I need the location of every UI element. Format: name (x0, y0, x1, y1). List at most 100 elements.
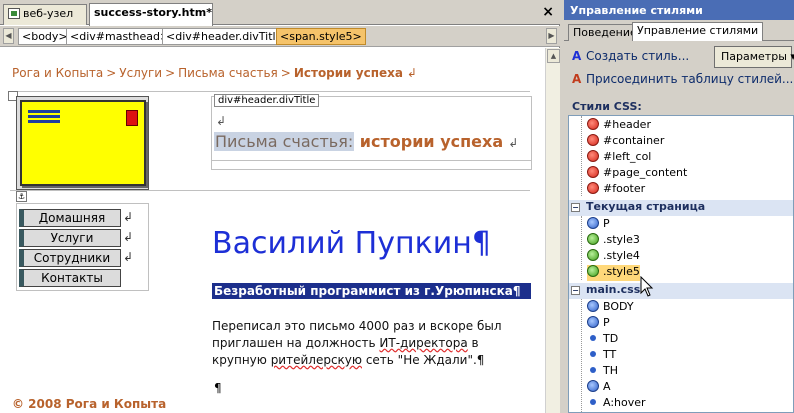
element-selector-icon (587, 217, 599, 229)
group-current-page[interactable]: − Текущая страница (569, 200, 793, 216)
tab-behaviors[interactable]: Поведение (568, 24, 642, 41)
tree-guide (581, 299, 582, 412)
tag-crumb-span-selected[interactable]: <span.style5> (276, 28, 366, 45)
style-item-label: TD (603, 332, 619, 345)
style-item-id[interactable]: #container (587, 134, 664, 150)
group-main-css[interactable]: − main.css (569, 283, 793, 299)
style-item-element[interactable]: A (587, 380, 611, 396)
page-heading[interactable]: Василий Пупкин¶ (212, 226, 491, 261)
element-selector-icon (587, 300, 599, 312)
vertical-scrollbar[interactable]: ▲ (545, 48, 560, 413)
class-selector-icon (587, 249, 599, 261)
nav-menu: Домашняя ↲ Услуги ↲ Сотрудники ↲ Контакт… (16, 203, 149, 291)
style-item-label: P (603, 316, 610, 329)
style-item-id[interactable]: #page_content (587, 166, 687, 182)
breadcrumb-link[interactable]: Письма счастья (178, 66, 278, 80)
menu-item-home[interactable]: Домашняя (19, 209, 121, 227)
group-label: Текущая страница (586, 200, 706, 213)
breadcrumb-separator: > (280, 66, 291, 80)
menu-item-services[interactable]: Услуги (19, 229, 121, 247)
style-item-unused[interactable]: TH (587, 364, 618, 380)
tab-website-label: веб-узел (23, 7, 74, 20)
website-icon (8, 8, 20, 19)
tag-crumb-body[interactable]: <body> (18, 28, 72, 45)
body-text-part: сеть "Не Ждали".¶ (362, 353, 485, 367)
style-item-label: #left_col (603, 150, 652, 163)
attach-stylesheet-link[interactable]: A Присоединить таблицу стилей... (572, 72, 793, 86)
style-item-id[interactable]: #footer (587, 182, 645, 198)
style-item-label: TT (603, 348, 617, 361)
manage-styles-panel: Управление стилями Поведение Управление … (564, 0, 794, 413)
header-div[interactable]: div#header.divTitle ↲ Письма счастья: ис… (211, 94, 532, 170)
id-selector-icon (587, 182, 599, 194)
style-item-unused[interactable]: TD (587, 332, 618, 348)
id-selector-icon (587, 166, 599, 178)
envelope-logo-icon (20, 100, 146, 186)
style-item-label: BODY (603, 300, 634, 313)
tab-success-story[interactable]: success-story.htm* (89, 3, 213, 26)
stamp-icon (126, 110, 138, 126)
document-tabs: веб-узел success-story.htm* × (0, 0, 560, 26)
line-break-mark: ↲ (123, 230, 134, 244)
style-item-element[interactable]: BODY (587, 300, 634, 316)
page-footer: © 2008 Рога и Копыта (12, 397, 167, 411)
style-item-unused[interactable]: TT (587, 348, 616, 364)
paragraph-mark: ↲ (216, 114, 227, 128)
css-styles-tree[interactable]: #header #container #left_col #page_conte… (568, 115, 794, 413)
style-item-label: TH (603, 364, 618, 377)
line-break-mark: ↲ (508, 136, 519, 150)
header-title-selected: Письма счастья: (214, 132, 355, 151)
class-selector-icon (587, 265, 599, 277)
unused-style-icon (590, 335, 596, 341)
anchor-icon[interactable]: ⚓ (16, 191, 27, 202)
tag-selector-bar: ◀ <body> <div#masthead> <div#header.divT… (0, 26, 560, 47)
tab-manage-styles[interactable]: Управление стилями (632, 22, 764, 41)
logo-container[interactable] (16, 96, 149, 190)
collapse-icon[interactable]: − (571, 203, 580, 212)
mouse-cursor-icon (640, 276, 654, 297)
style-item-class[interactable]: .style4 (587, 249, 640, 265)
menu-item-contacts[interactable]: Контакты (19, 269, 121, 287)
breadcrumb-link[interactable]: Услуги (119, 66, 162, 80)
scroll-right-icon[interactable]: ▶ (546, 28, 557, 44)
close-icon[interactable]: × (542, 4, 554, 20)
style-item-id[interactable]: #header (587, 118, 651, 134)
section-divider (10, 190, 530, 191)
tag-crumb-masthead[interactable]: <div#masthead> (66, 28, 174, 45)
style-item-label: A:hover (603, 396, 646, 409)
breadcrumb-separator: > (106, 66, 117, 80)
scroll-up-icon[interactable]: ▲ (547, 49, 560, 63)
menu-item-staff[interactable]: Сотрудники (19, 249, 121, 267)
panel-tabs: Поведение Управление стилями (564, 22, 794, 41)
style-item-unused[interactable]: A:hover (587, 396, 646, 412)
style-item-id[interactable]: #left_col (587, 150, 651, 166)
breadcrumb-link[interactable]: Рога и Копыта (12, 66, 103, 80)
style-item-element[interactable]: P (587, 316, 610, 332)
body-paragraph[interactable]: Переписал это письмо 4000 раз и вскоре б… (212, 318, 512, 369)
header-title-accent: истории успеха (354, 132, 504, 151)
masthead-border (10, 91, 530, 92)
tab-file-label: success-story.htm* (94, 6, 212, 19)
panel-title: Управление стилями (564, 0, 794, 20)
page-subtitle[interactable]: Безработный программист из г.Урюпинска¶ (212, 283, 531, 299)
editor-pane: веб-узел success-story.htm* × ◀ <body> <… (0, 0, 560, 413)
style-item-class-selected[interactable]: .style5 (587, 265, 640, 281)
collapse-icon[interactable]: − (571, 286, 580, 295)
header-title[interactable]: Письма счастья: истории успеха ↲ (214, 132, 518, 151)
class-selector-icon (587, 233, 599, 245)
paragraph-mark: ¶ (214, 381, 222, 395)
tab-website[interactable]: веб-узел (3, 4, 87, 25)
style-item-label: .style5 (603, 265, 640, 278)
scroll-left-icon[interactable]: ◀ (3, 28, 14, 44)
attach-stylesheet-label: Присоединить таблицу стилей... (586, 72, 794, 86)
options-dropdown[interactable]: Параметры ▾ (714, 46, 794, 68)
unused-style-icon (590, 399, 596, 405)
style-item-element[interactable]: P (587, 217, 610, 233)
new-style-link[interactable]: A Создать стиль... (572, 49, 689, 63)
design-canvas[interactable]: Рога и Копыта > Услуги > Письма счастья > Исто… (0, 48, 545, 413)
style-item-class[interactable]: .style3 (587, 233, 640, 249)
style-item-label: P (603, 217, 610, 230)
page-breadcrumb: Рога и Копыта > Услуги > Письма счастья > Исто… (12, 66, 417, 80)
attach-stylesheet-icon: A (572, 72, 582, 86)
css-styles-label: Стили CSS: (572, 100, 642, 113)
